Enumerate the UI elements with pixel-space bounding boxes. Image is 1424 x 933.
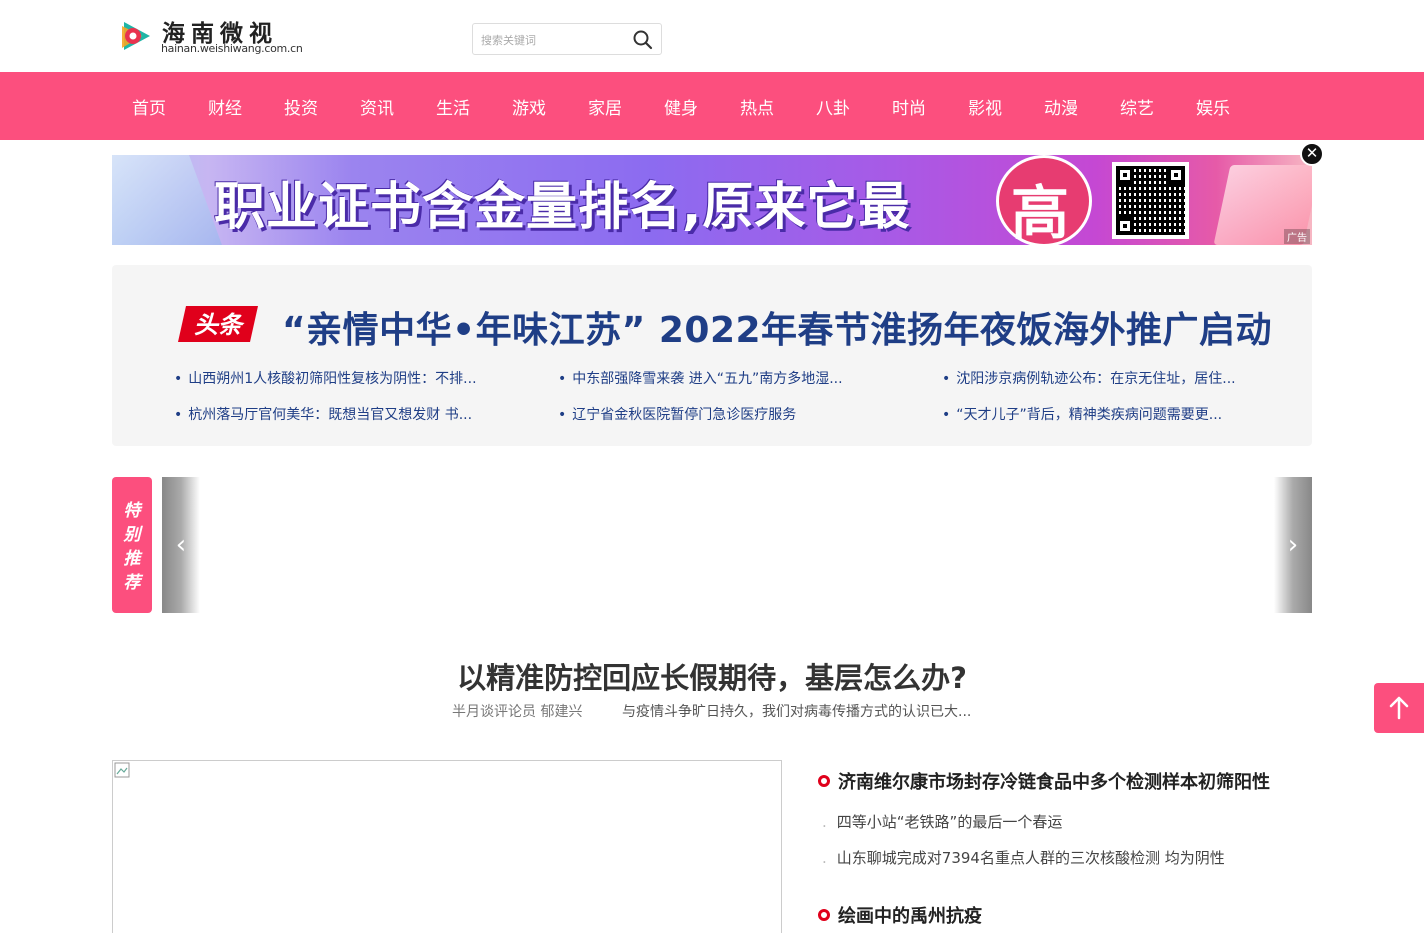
close-icon[interactable]: ✕ [1300,142,1324,166]
site-logo[interactable]: 海南微视 hainan.weishiwang.com.cn [118,14,308,60]
arrow-up-icon [1389,696,1409,720]
carousel-prev-button[interactable]: ‹ [162,477,200,613]
nav-item-finance[interactable]: 财经 [208,94,242,119]
nav-item-variety[interactable]: 综艺 [1120,94,1154,119]
banner-text: 职业证书含金量排名,原来它最 [214,178,911,237]
headline-link[interactable]: “天才儿子”背后，精神类疾病问题需要更... [942,404,1222,424]
search-input[interactable] [481,30,621,50]
news-item[interactable]: 四等小站“老铁路”的最后一个春运 [822,811,1063,832]
nav-item-invest[interactable]: 投资 [284,94,318,119]
nav-item-anime[interactable]: 动漫 [1044,94,1078,119]
logo-subtitle: hainan.weishiwang.com.cn [161,42,303,55]
news-headline-text: 绘画中的禹州抗疫 [838,906,982,927]
search-icon[interactable] [631,28,655,52]
nav-item-fitness[interactable]: 健身 [664,94,698,119]
special-recommend-text: 特别推荐 [123,501,141,593]
nav-item-home[interactable]: 首页 [132,94,166,119]
news-item[interactable]: 山东聊城完成对7394名重点人群的三次核酸检测 均为阴性 [822,847,1225,868]
page: 海南微视 hainan.weishiwang.com.cn 首页 财经 投资 资… [0,0,1424,933]
banner-highlight-circle: 高 [996,155,1092,245]
feature-title[interactable]: 以精准防控回应长假期待，基层怎么办? [0,655,1424,697]
nav-item-entertainment[interactable]: 娱乐 [1196,94,1230,119]
bullet-icon [818,775,830,787]
ad-banner[interactable]: 职业证书含金量排名,原来它最 高 广告 [112,155,1312,245]
headline-link[interactable]: 山西朔州1人核酸初筛阳性复核为阴性：不排... [174,368,476,388]
nav-item-life[interactable]: 生活 [436,94,470,119]
header: 海南微视 hainan.weishiwang.com.cn [0,0,1424,72]
nav-item-fashion[interactable]: 时尚 [892,94,926,119]
nav-item-film[interactable]: 影视 [968,94,1002,119]
nav-item-gossip[interactable]: 八卦 [816,94,850,119]
feature-author: 半月谈评论员 郁建兴 [452,704,583,720]
news-headline-text: 济南维尔康市场封存冷链食品中多个检测样本初筛阳性 [838,772,1270,793]
headline-title[interactable]: “亲情中华•年味江苏” 2022年春节淮扬年夜饭海外推广启动 [282,301,1272,353]
headline-tag-icon: 头条 [178,306,258,342]
nav-item-news[interactable]: 资讯 [360,94,394,119]
special-recommend-label: 特别推荐 [112,477,152,613]
banner-decoration [112,155,222,245]
banner-highlight-text: 高 [1011,179,1070,245]
ad-tag: 广告 [1284,229,1310,244]
feature-description[interactable]: 与疫情斗争旷日持久，我们对病毒传播方式的认识已大... [622,701,971,721]
back-to-top-button[interactable] [1374,683,1424,733]
logo-play-icon [122,22,150,50]
headline-tag-text: 头条 [194,311,245,339]
search-box [472,23,662,55]
headline-link[interactable]: 沈阳涉京病例轨迹公布：在京无住址，居住... [942,368,1235,388]
bullet-icon [818,909,830,921]
nav-item-hot[interactable]: 热点 [740,94,774,119]
news-headline[interactable]: 济南维尔康市场封存冷链食品中多个检测样本初筛阳性 [818,768,1270,794]
headline-link[interactable]: 辽宁省金秋医院暂停门急诊医疗服务 [558,404,796,424]
headline-link[interactable]: 中东部强降雪来袭 进入“五九”南方多地湿... [558,368,842,388]
qr-code-image [1112,162,1189,239]
nav-item-games[interactable]: 游戏 [512,94,546,119]
headline-link[interactable]: 杭州落马厅官何美华：既想当官又想发财 书... [174,404,472,424]
headline-section: 头条 “亲情中华•年味江苏” 2022年春节淮扬年夜饭海外推广启动 山西朔州1人… [112,265,1312,446]
nav-item-home-decor[interactable]: 家居 [588,94,622,119]
carousel-next-button[interactable]: › [1274,477,1312,613]
main-nav: 首页 财经 投资 资讯 生活 游戏 家居 健身 热点 八卦 时尚 影视 动漫 综… [0,72,1424,140]
broken-image-icon [114,762,130,778]
feature-image[interactable] [112,760,782,933]
news-headline[interactable]: 绘画中的禹州抗疫 [818,902,982,928]
